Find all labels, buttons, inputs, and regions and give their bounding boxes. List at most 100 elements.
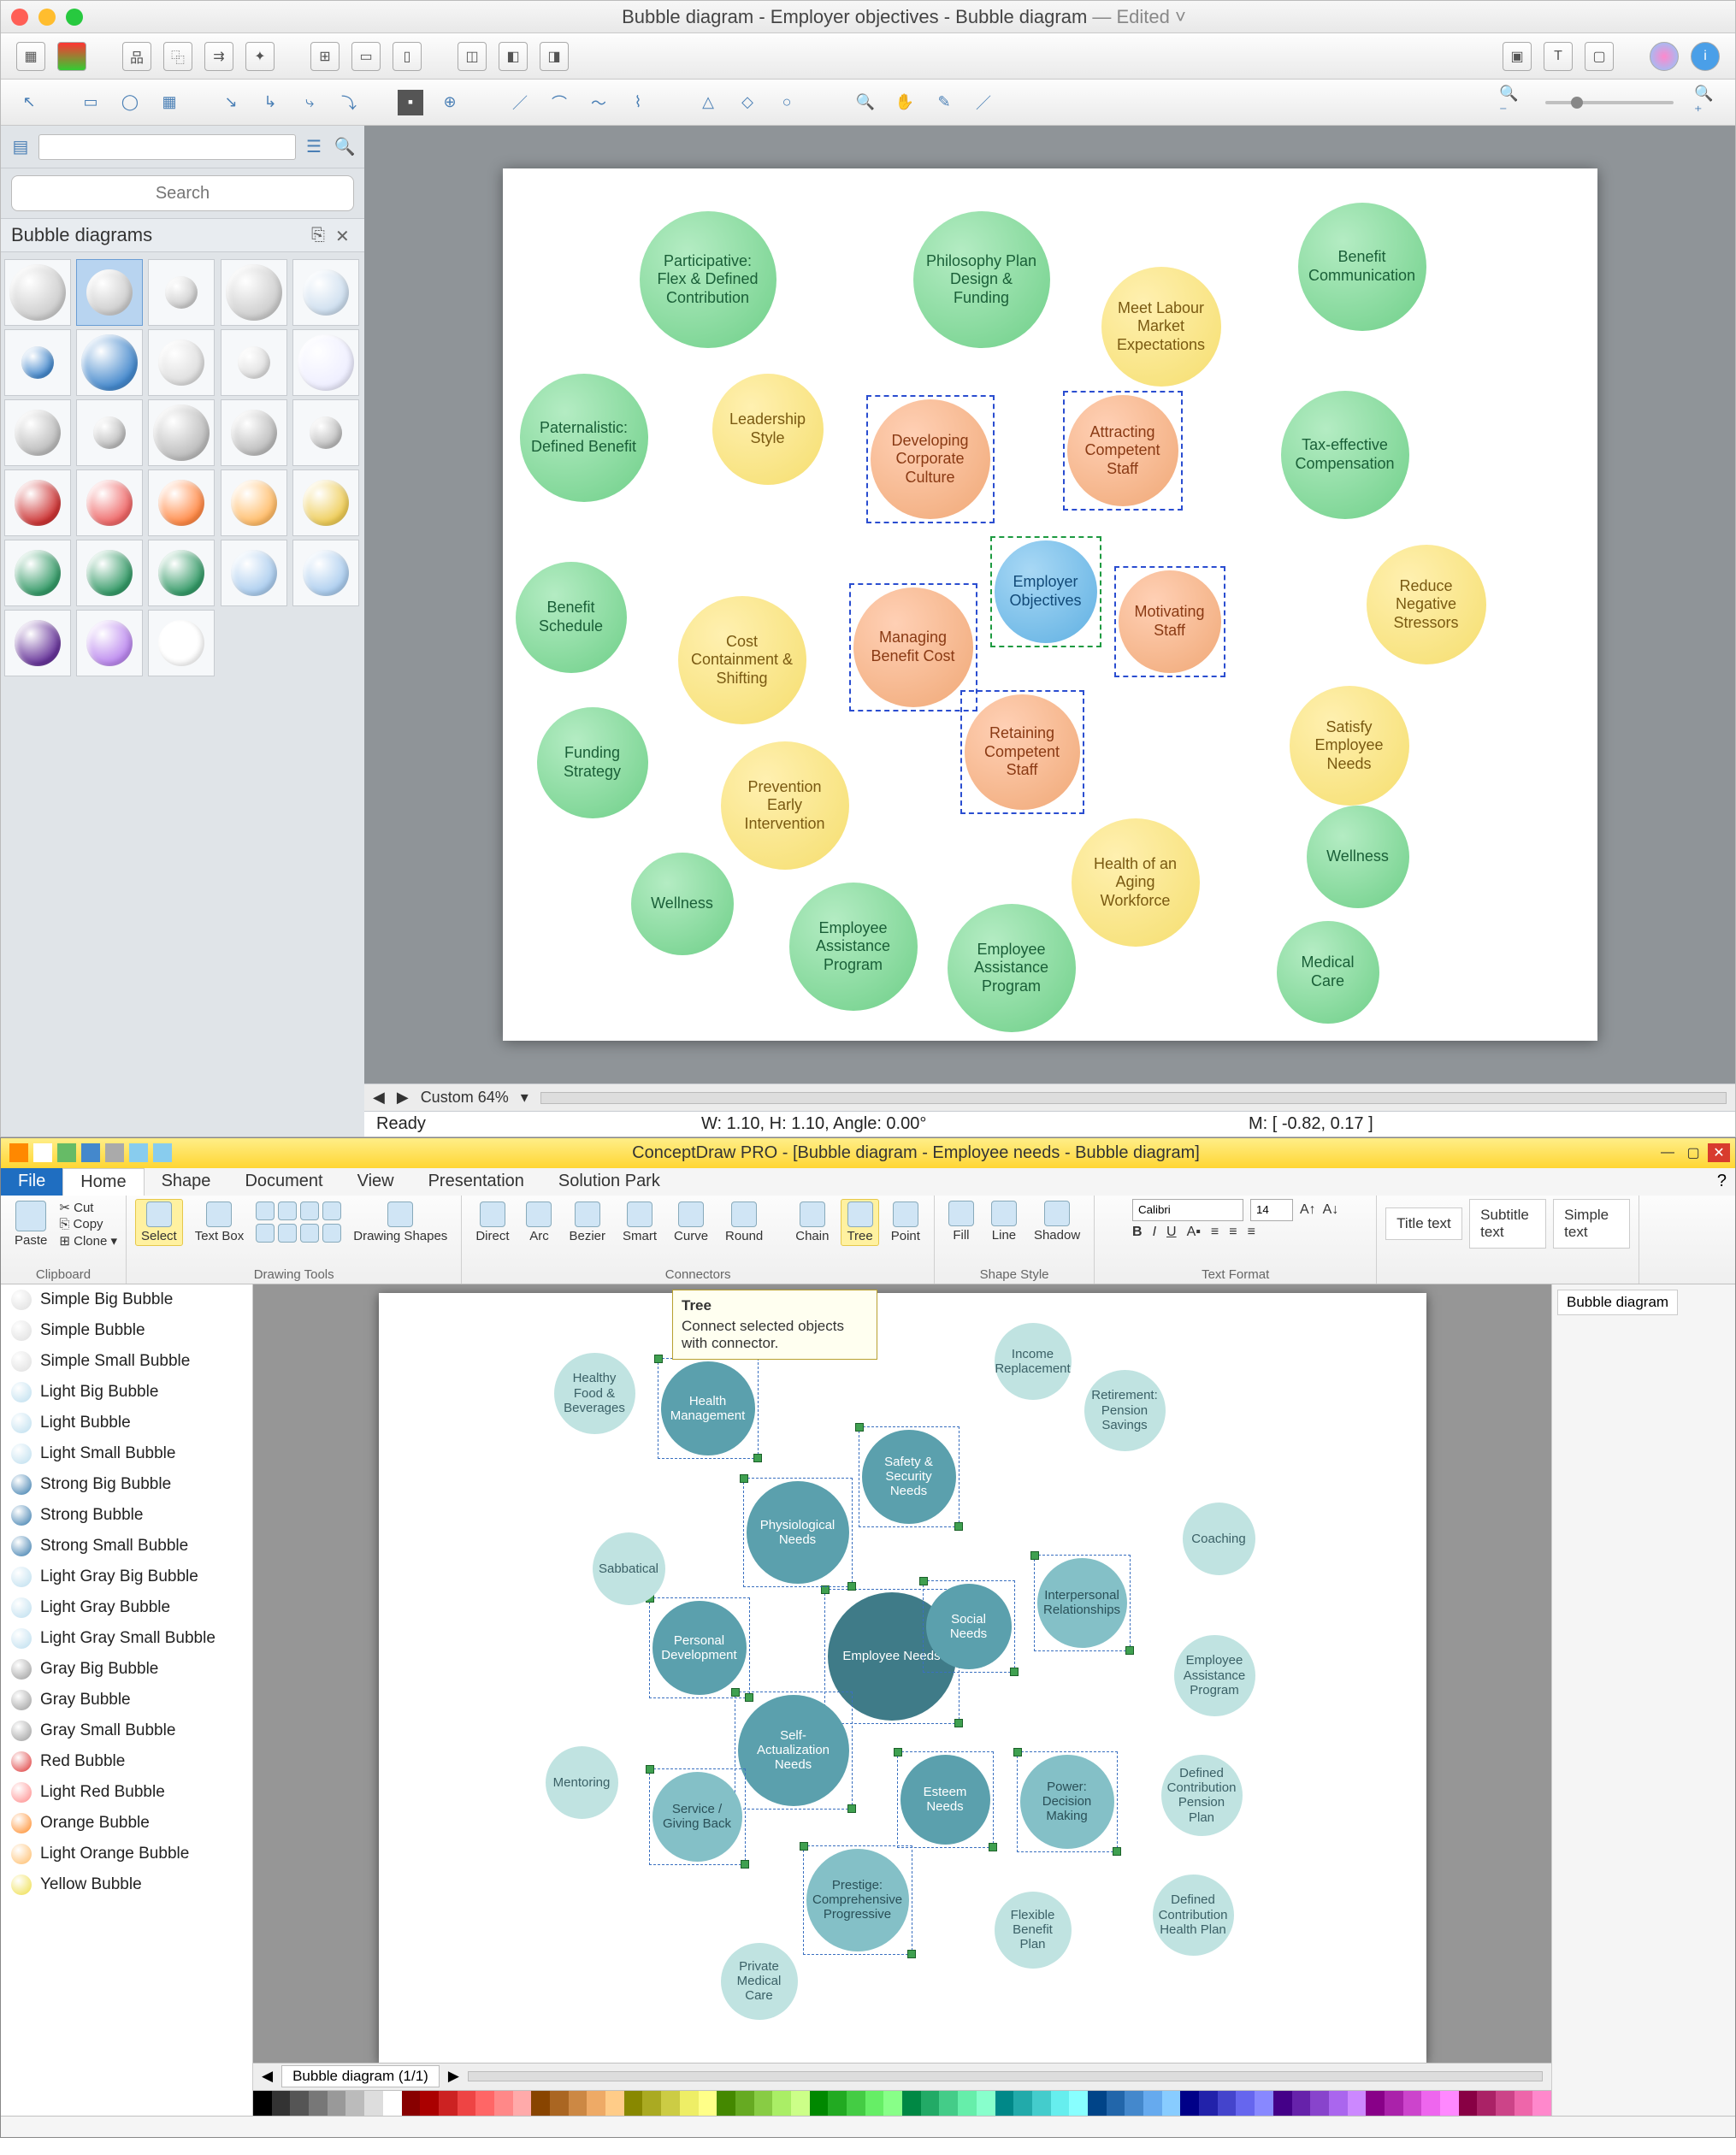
zoom-icon[interactable] — [66, 9, 83, 26]
color-swatch[interactable] — [550, 2091, 569, 2116]
color-swatch[interactable] — [977, 2091, 995, 2116]
draw-tool[interactable] — [278, 1224, 297, 1243]
diagram-bubble[interactable]: Power: Decision Making — [1020, 1755, 1114, 1849]
shape-swatch[interactable] — [76, 329, 143, 396]
color-swatch[interactable] — [1532, 2091, 1551, 2116]
diagram-bubble[interactable]: Flexible Benefit Plan — [995, 1892, 1072, 1969]
shape-swatch[interactable] — [221, 469, 287, 536]
sidebar-tree-icon[interactable]: ▤ — [8, 134, 33, 160]
shape4-icon[interactable]: ○ — [774, 90, 800, 115]
color-swatch[interactable] — [439, 2091, 458, 2116]
network-icon[interactable]: ✦ — [245, 42, 275, 71]
color-swatch[interactable] — [1255, 2091, 1273, 2116]
h-scrollbar[interactable] — [540, 1092, 1727, 1104]
color-swatch[interactable] — [1236, 2091, 1255, 2116]
diagram-bubble[interactable]: Health Management — [661, 1361, 755, 1455]
shape-swatch[interactable] — [292, 469, 359, 536]
shape-swatch[interactable] — [292, 540, 359, 606]
shape-swatch[interactable] — [76, 610, 143, 676]
color-swatch[interactable] — [624, 2091, 643, 2116]
diagram-bubble[interactable]: Cost Containment & Shifting — [678, 596, 806, 724]
color-swatch[interactable] — [402, 2091, 421, 2116]
diagram-bubble[interactable]: Healthy Food & Beverages — [554, 1353, 635, 1434]
shape-swatch[interactable] — [221, 399, 287, 466]
rect-icon[interactable]: ▭ — [78, 90, 103, 115]
distribute-icon[interactable]: ◨ — [540, 42, 569, 71]
color-swatch[interactable] — [865, 2091, 884, 2116]
diagram-bubble[interactable]: Medical Care — [1277, 921, 1379, 1024]
color-swatch[interactable] — [1051, 2091, 1070, 2116]
ribbon-tab[interactable]: Home — [62, 1168, 144, 1196]
style-preset[interactable]: Subtitle text — [1469, 1199, 1546, 1249]
shape-swatch[interactable] — [221, 540, 287, 606]
color-swatch[interactable] — [1496, 2091, 1515, 2116]
diagram-bubble[interactable]: Mentoring — [546, 1746, 618, 1819]
italic-icon[interactable]: I — [1153, 1225, 1156, 1240]
active-tool-icon[interactable]: ▪ — [398, 90, 423, 115]
shape-swatch[interactable] — [148, 469, 215, 536]
print-icon[interactable] — [105, 1143, 124, 1162]
drawing-shapes-button[interactable]: Drawing Shapes — [348, 1200, 452, 1245]
sidebar-item[interactable]: Strong Small Bubble — [1, 1531, 252, 1562]
smart-button[interactable]: Smart — [617, 1200, 662, 1245]
ribbon-tab[interactable]: Solution Park — [541, 1168, 677, 1196]
color-swatch[interactable] — [1421, 2091, 1440, 2116]
sidebar-item[interactable]: Light Orange Bubble — [1, 1839, 252, 1869]
color-wheel-icon[interactable] — [1650, 42, 1679, 71]
underline-icon[interactable]: U — [1166, 1225, 1177, 1240]
shape-swatch[interactable] — [76, 259, 143, 326]
expand-icon[interactable]: ▭ — [351, 42, 381, 71]
diagram-bubble[interactable]: Developing Corporate Culture — [871, 399, 990, 519]
ellipse-icon[interactable]: ◯ — [117, 90, 143, 115]
diagram-bubble[interactable]: Funding Strategy — [537, 707, 648, 818]
textbox-button[interactable]: Text Box — [190, 1200, 250, 1245]
diagram-bubble[interactable]: Social Needs — [926, 1584, 1012, 1669]
color-swatch[interactable] — [995, 2091, 1014, 2116]
color-swatch[interactable] — [1107, 2091, 1125, 2116]
minimize-icon[interactable] — [38, 9, 56, 26]
shape-swatch[interactable] — [221, 259, 287, 326]
color-swatch[interactable] — [605, 2091, 624, 2116]
group-icon[interactable]: ◫ — [458, 42, 487, 71]
undo-icon[interactable] — [129, 1143, 148, 1162]
size-select[interactable] — [1250, 1199, 1293, 1221]
color-swatch[interactable] — [791, 2091, 810, 2116]
round-button[interactable]: Round — [720, 1200, 768, 1245]
color-swatch[interactable] — [1199, 2091, 1218, 2116]
diagram-bubble[interactable]: Private Medical Care — [721, 1943, 798, 2020]
zoom-slider[interactable] — [1545, 101, 1674, 104]
chain-button[interactable]: Chain — [790, 1200, 834, 1245]
zoom-in2-icon[interactable]: 🔍⁺ — [1694, 90, 1720, 115]
diagram-bubble[interactable]: Managing Benefit Cost — [853, 587, 973, 707]
color-swatch[interactable] — [328, 2091, 346, 2116]
sidebar-item[interactable]: Simple Small Bubble — [1, 1346, 252, 1377]
hand-icon[interactable]: ✋ — [892, 90, 918, 115]
zoom-label[interactable]: Custom 64% — [421, 1089, 509, 1107]
ribbon-tab[interactable]: Document — [227, 1168, 340, 1196]
shape-swatch[interactable] — [148, 399, 215, 466]
color-swatch[interactable] — [1032, 2091, 1051, 2116]
color-swatch[interactable] — [1013, 2091, 1032, 2116]
maximize-icon[interactable]: ▢ — [1682, 1143, 1704, 1162]
connector-1-icon[interactable]: ↘ — [218, 90, 244, 115]
sidebar-item[interactable]: Gray Small Bubble — [1, 1715, 252, 1746]
palette-icon[interactable] — [57, 42, 86, 71]
picker-icon[interactable]: ／ — [971, 90, 996, 115]
diagram-bubble[interactable]: Prevention Early Intervention — [721, 741, 849, 870]
color-swatch[interactable] — [1180, 2091, 1199, 2116]
color-swatch[interactable] — [1069, 2091, 1088, 2116]
sidebar-item[interactable]: Yellow Bubble — [1, 1869, 252, 1900]
bounds-icon[interactable]: ▢ — [1585, 42, 1614, 71]
color-swatch[interactable] — [383, 2091, 402, 2116]
cursor-icon[interactable]: ↖ — [16, 90, 42, 115]
color-swatch[interactable] — [1477, 2091, 1496, 2116]
color-swatch[interactable] — [290, 2091, 309, 2116]
shape-swatch[interactable] — [76, 540, 143, 606]
sidebar-item[interactable]: Light Gray Small Bubble — [1, 1623, 252, 1654]
insert-icon[interactable]: ⊕ — [437, 90, 463, 115]
color-swatch[interactable] — [939, 2091, 958, 2116]
pin-icon[interactable]: ⎘ — [311, 226, 330, 245]
color-swatch[interactable] — [847, 2091, 865, 2116]
shape-swatch[interactable] — [4, 540, 71, 606]
connector-4-icon[interactable]: ⤵ — [336, 90, 362, 115]
